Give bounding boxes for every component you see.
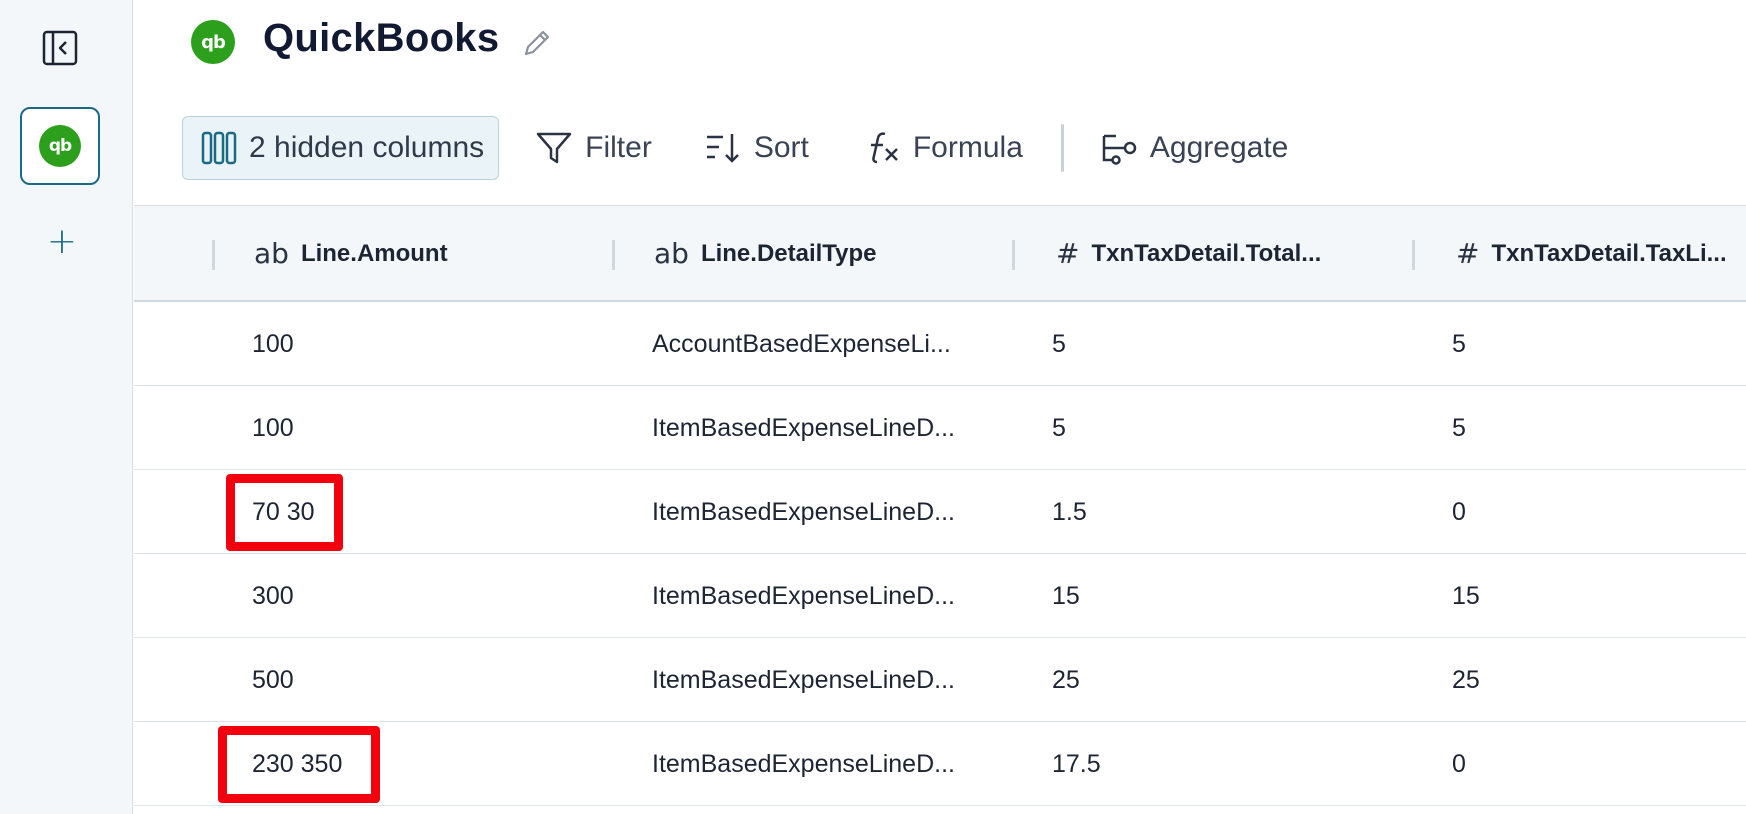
edit-pencil-icon[interactable] bbox=[520, 26, 554, 60]
column-divider[interactable] bbox=[612, 240, 615, 270]
column-header-txntaxdetail-taxline[interactable]: # TxnTaxDetail.TaxLi... bbox=[1456, 206, 1727, 301]
sort-label: Sort bbox=[753, 131, 809, 164]
column-header-line-detailtype[interactable]: ab Line.DetailType bbox=[654, 206, 877, 301]
cell-line-detailtype[interactable]: ItemBasedExpenseLineD... bbox=[652, 554, 955, 638]
toolbar: 2 hidden columns Filter Sort Formula Agg… bbox=[182, 116, 1288, 180]
text-type-icon: ab bbox=[254, 237, 289, 270]
cell-txntaxdetail-taxline[interactable]: 5 bbox=[1452, 302, 1466, 386]
column-divider[interactable] bbox=[1412, 240, 1415, 270]
number-type-icon: # bbox=[1056, 237, 1080, 270]
cell-txntaxdetail-total[interactable]: 5 bbox=[1052, 302, 1066, 386]
column-divider[interactable] bbox=[212, 240, 215, 270]
filter-icon bbox=[535, 129, 573, 167]
filter-button[interactable]: Filter bbox=[535, 116, 652, 180]
cell-line-amount[interactable]: 500 bbox=[252, 638, 294, 722]
column-header-line-amount[interactable]: ab Line.Amount bbox=[254, 206, 448, 301]
formula-label: Formula bbox=[912, 131, 1023, 164]
table-row[interactable]: 300 ItemBasedExpenseLineD... 15 15 bbox=[134, 554, 1746, 638]
table-row[interactable]: 500 ItemBasedExpenseLineD... 25 25 bbox=[134, 638, 1746, 722]
cell-line-amount[interactable]: 70 30 bbox=[252, 470, 315, 554]
cell-txntaxdetail-total[interactable]: 25 bbox=[1052, 638, 1080, 722]
aggregate-button[interactable]: Aggregate bbox=[1100, 116, 1288, 180]
cell-txntaxdetail-taxline[interactable]: 15 bbox=[1452, 554, 1480, 638]
formula-button[interactable]: Formula bbox=[863, 116, 1023, 180]
page-title: QuickBooks bbox=[263, 16, 500, 60]
table-row[interactable]: 100 AccountBasedExpenseLi... 5 5 bbox=[134, 302, 1746, 386]
sidebar: qb + bbox=[0, 0, 133, 814]
table-row[interactable]: 100 ItemBasedExpenseLineD... 5 5 bbox=[134, 386, 1746, 470]
cell-line-amount[interactable]: 230 350 bbox=[252, 722, 342, 806]
aggregate-icon bbox=[1100, 129, 1138, 167]
aggregate-label: Aggregate bbox=[1149, 131, 1289, 164]
quickbooks-logo-icon: qb bbox=[39, 125, 81, 167]
text-type-icon: ab bbox=[654, 237, 689, 270]
cell-line-amount[interactable]: 100 bbox=[252, 302, 294, 386]
cell-txntaxdetail-total[interactable]: 5 bbox=[1052, 386, 1066, 470]
cell-txntaxdetail-total[interactable]: 1.5 bbox=[1052, 470, 1087, 554]
formula-icon bbox=[863, 129, 901, 167]
header-logo: qb bbox=[191, 20, 235, 64]
number-type-icon: # bbox=[1456, 237, 1480, 270]
cell-line-amount[interactable]: 300 bbox=[252, 554, 294, 638]
cell-line-detailtype[interactable]: ItemBasedExpenseLineD... bbox=[652, 470, 955, 554]
hidden-columns-label: 2 hidden columns bbox=[249, 131, 485, 164]
quickbooks-logo-icon: qb bbox=[191, 20, 235, 64]
sidebar-collapse-icon[interactable] bbox=[41, 29, 79, 67]
filter-label: Filter bbox=[585, 131, 652, 164]
cell-txntaxdetail-total[interactable]: 17.5 bbox=[1052, 722, 1101, 806]
cell-txntaxdetail-total[interactable]: 15 bbox=[1052, 554, 1080, 638]
data-table: ab Line.Amount ab Line.DetailType # TxnT… bbox=[134, 205, 1746, 806]
table-row[interactable]: 70 30 ItemBasedExpenseLineD... 1.5 0 bbox=[134, 470, 1746, 554]
cell-txntaxdetail-taxline[interactable]: 0 bbox=[1452, 470, 1466, 554]
cell-txntaxdetail-taxline[interactable]: 25 bbox=[1452, 638, 1480, 722]
toolbar-separator bbox=[1060, 124, 1064, 172]
source-quickbooks-tile[interactable]: qb bbox=[20, 107, 100, 185]
sort-icon bbox=[704, 129, 742, 167]
column-header-txntaxdetail-total[interactable]: # TxnTaxDetail.Total... bbox=[1056, 206, 1321, 301]
cell-line-detailtype[interactable]: ItemBasedExpenseLineD... bbox=[652, 638, 955, 722]
columns-icon bbox=[201, 130, 237, 166]
cell-line-amount[interactable]: 100 bbox=[252, 386, 294, 470]
cell-line-detailtype[interactable]: AccountBasedExpenseLi... bbox=[652, 302, 951, 386]
cell-line-detailtype[interactable]: ItemBasedExpenseLineD... bbox=[652, 386, 955, 470]
table-row[interactable]: 230 350 ItemBasedExpenseLineD... 17.5 0 bbox=[134, 722, 1746, 806]
column-divider[interactable] bbox=[1012, 240, 1015, 270]
cell-txntaxdetail-taxline[interactable]: 5 bbox=[1452, 386, 1466, 470]
hidden-columns-button[interactable]: 2 hidden columns bbox=[182, 116, 500, 180]
add-source-button[interactable]: + bbox=[44, 224, 80, 262]
cell-line-detailtype[interactable]: ItemBasedExpenseLineD... bbox=[652, 722, 955, 806]
table-header: ab Line.Amount ab Line.DetailType # TxnT… bbox=[134, 205, 1746, 302]
sort-button[interactable]: Sort bbox=[704, 116, 809, 180]
cell-txntaxdetail-taxline[interactable]: 0 bbox=[1452, 722, 1466, 806]
